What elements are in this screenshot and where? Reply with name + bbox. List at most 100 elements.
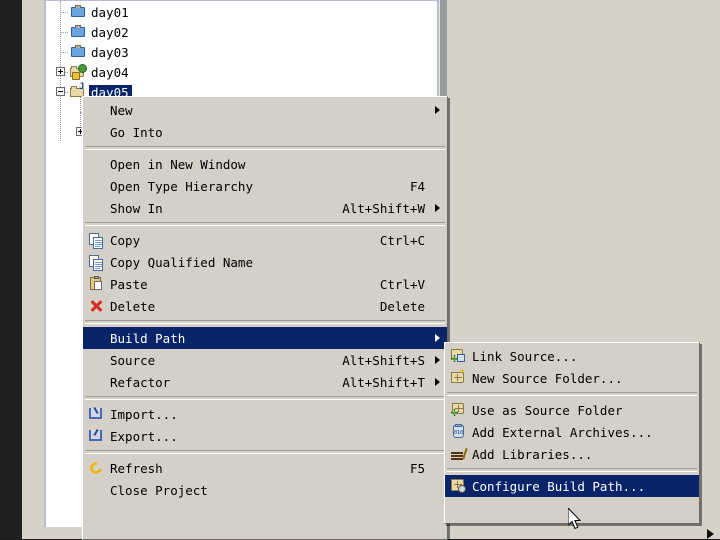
tree-item[interactable]: day04: [70, 62, 132, 82]
menu-separator: [85, 320, 445, 324]
libraries-icon: [450, 446, 468, 462]
copy-qualified-icon: [88, 254, 106, 271]
menu-item-label: Link Source...: [472, 348, 578, 364]
menu-item-use-as-source-folder[interactable]: Use as Source Folder: [445, 399, 699, 421]
menu-item-new-source-folder[interactable]: New Source Folder...: [445, 367, 699, 389]
tree-item-label: day01: [91, 4, 129, 20]
menu-item-label: Use as Source Folder: [472, 402, 623, 418]
menu-item-shortcut: F5: [409, 460, 425, 476]
copy-icon: [88, 232, 106, 249]
menu-item-refresh[interactable]: Refresh F5: [83, 457, 447, 479]
desktop-left-edge: [0, 0, 22, 539]
menu-icon-placeholder: [88, 156, 106, 172]
menu-icon-placeholder: [88, 124, 106, 140]
menu-item-label: New Source Folder...: [472, 370, 623, 386]
context-menu[interactable]: New Go Into Open in New Window Open Type Hi…: [82, 96, 448, 540]
submenu-arrow-icon: [435, 334, 440, 342]
menu-icon-placeholder: [88, 374, 106, 390]
menu-item-source[interactable]: Source Alt+Shift+S: [83, 349, 447, 371]
menu-item-copy[interactable]: Copy Ctrl+C: [83, 229, 447, 251]
tree-collapse-icon[interactable]: [56, 87, 65, 96]
menu-item-link-source[interactable]: Link Source...: [445, 345, 699, 367]
submenu-arrow-icon: [435, 204, 440, 212]
tree-item[interactable]: day02: [70, 22, 132, 42]
blue-folder-icon: [70, 24, 86, 40]
menu-item-shortcut: Alt+Shift+S: [342, 352, 425, 368]
link-source-icon: [450, 348, 468, 364]
tree-item-label: day04: [91, 64, 129, 80]
menu-icon-placeholder: [88, 482, 106, 498]
menu-icon-placeholder: [88, 102, 106, 118]
configure-build-path-icon: [450, 478, 468, 494]
delete-icon: [88, 298, 106, 314]
menu-item-import[interactable]: Import...: [83, 403, 447, 425]
tree-item-label: day02: [91, 24, 129, 40]
menu-separator: [85, 396, 445, 400]
menu-item-label: Copy: [110, 232, 141, 248]
export-icon: [88, 428, 106, 444]
menu-icon-placeholder: [88, 330, 106, 346]
menu-item-shortcut: Alt+Shift+W: [342, 200, 425, 216]
menu-item-label: Source: [110, 352, 156, 368]
blue-folder-icon: [70, 4, 86, 20]
menu-icon-placeholder: [88, 200, 106, 216]
menu-item-export[interactable]: Export...: [83, 425, 447, 447]
menu-item-go-into[interactable]: Go Into: [83, 121, 447, 143]
submenu-arrow-icon: [435, 106, 440, 114]
menu-item-label: Refactor: [110, 374, 171, 390]
submenu-arrow-icon: [435, 378, 440, 386]
tree-guide-line: [60, 52, 68, 53]
menu-item-label: Add External Archives...: [472, 424, 653, 440]
menu-item-label: Export...: [110, 428, 178, 444]
menu-item-open-type-hierarchy[interactable]: Open Type Hierarchy F4: [83, 175, 447, 197]
menu-item-label: Import...: [110, 406, 178, 422]
menu-item-build-path[interactable]: Build Path: [83, 327, 447, 349]
tree-guide-line: [60, 32, 68, 33]
menu-item-label: Add Libraries...: [472, 446, 593, 462]
menu-item-label: Copy Qualified Name: [110, 254, 253, 270]
menu-item-configure-build-path[interactable]: Configure Build Path...: [445, 475, 699, 497]
menu-item-shortcut: F4: [409, 178, 425, 194]
scroll-right-arrow-icon[interactable]: [707, 529, 714, 539]
menu-item-new[interactable]: New: [83, 99, 447, 121]
menu-item-close-project[interactable]: Close Project: [83, 479, 447, 501]
menu-item-refactor[interactable]: Refactor Alt+Shift+T: [83, 371, 447, 393]
menu-separator: [85, 450, 445, 454]
menu-item-shortcut: Ctrl+C: [379, 232, 425, 248]
menu-item-label: Open in New Window: [110, 156, 246, 172]
jar-archive-icon: [450, 424, 468, 440]
java-project-icon: [70, 64, 87, 80]
menu-separator: [85, 146, 445, 150]
menu-item-label: Refresh: [110, 460, 163, 476]
menu-item-open-in-new-window[interactable]: Open in New Window: [83, 153, 447, 175]
tree-item-label: day03: [91, 44, 129, 60]
menu-item-show-in[interactable]: Show In Alt+Shift+W: [83, 197, 447, 219]
tree-item[interactable]: day01: [70, 2, 132, 22]
refresh-icon: [87, 459, 106, 477]
menu-separator: [447, 392, 697, 396]
menu-item-add-external-archives[interactable]: Add External Archives...: [445, 421, 699, 443]
menu-item-copy-qualified-name[interactable]: Copy Qualified Name: [83, 251, 447, 273]
menu-item-label: New: [110, 102, 133, 118]
menu-separator: [85, 222, 445, 226]
use-as-source-icon: [450, 402, 468, 418]
menu-item-shortcut: Ctrl+V: [379, 276, 425, 292]
paste-icon: [88, 276, 106, 292]
menu-icon-placeholder: [88, 178, 106, 194]
tree-item[interactable]: day03: [70, 42, 132, 62]
menu-item-label: Delete: [110, 298, 156, 314]
tree-guide-line: [60, 12, 68, 13]
tree-expand-icon[interactable]: [56, 67, 65, 76]
menu-item-label: Open Type Hierarchy: [110, 178, 253, 194]
menu-item-label: Paste: [110, 276, 148, 292]
submenu-arrow-icon: [435, 356, 440, 364]
menu-separator: [447, 468, 697, 472]
menu-item-shortcut: Alt+Shift+T: [342, 374, 425, 390]
menu-item-label: Configure Build Path...: [472, 478, 646, 494]
menu-item-delete[interactable]: Delete Delete: [83, 295, 447, 317]
menu-item-shortcut: Delete: [379, 298, 425, 314]
build-path-submenu[interactable]: Link Source... New Source Folder... Use as…: [444, 342, 700, 524]
menu-icon-placeholder: [88, 352, 106, 368]
menu-item-add-libraries[interactable]: Add Libraries...: [445, 443, 699, 465]
menu-item-paste[interactable]: Paste Ctrl+V: [83, 273, 447, 295]
